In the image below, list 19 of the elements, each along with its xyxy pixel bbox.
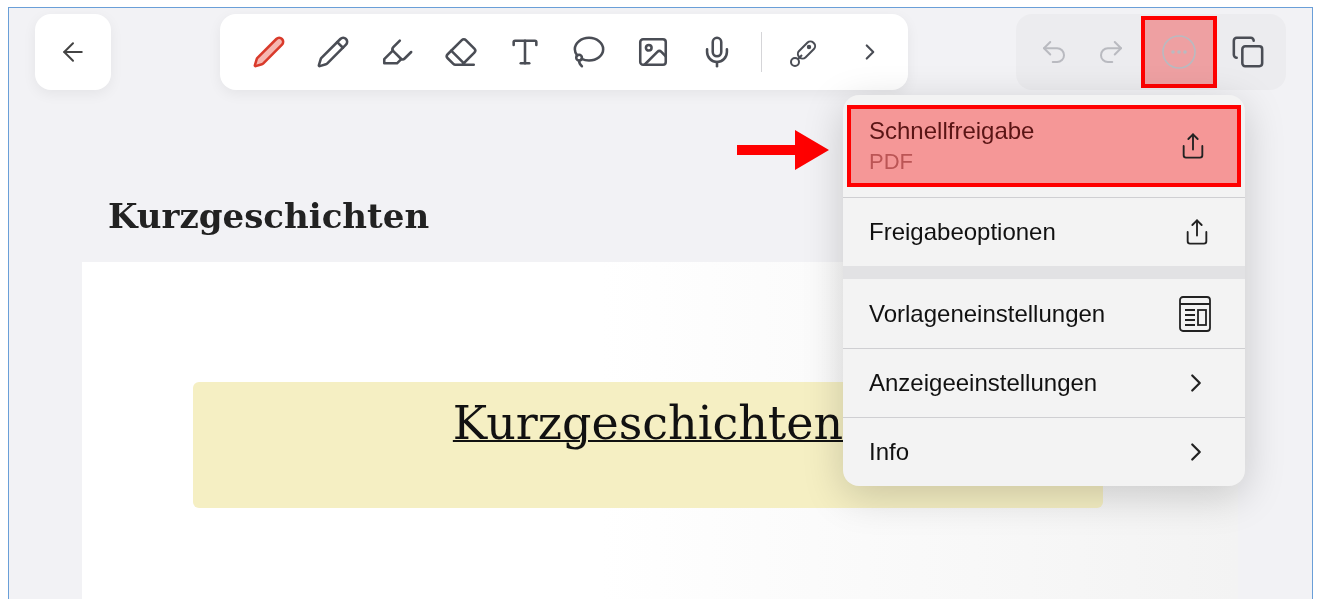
menu-item-label: Freigabeoptionen: [869, 218, 1056, 246]
menu-item-sublabel: PDF: [869, 149, 914, 175]
eraser-icon: [443, 35, 478, 69]
menu-item-label: Info: [869, 438, 910, 466]
template-icon: [1179, 295, 1211, 332]
menu-item[interactable]: Info: [843, 417, 1245, 486]
pages-icon: [1230, 35, 1265, 69]
menu-item-label: Vorlageneinstellungen: [869, 299, 1106, 328]
pencil-icon: [315, 35, 350, 69]
menu-item[interactable]: Vorlageneinstellungen: [843, 279, 1245, 348]
menu-item[interactable]: Anzeigeeinstellungen: [843, 348, 1245, 417]
notebook-title: Kurzgeschichten: [108, 196, 430, 236]
menu-item-label: Schnellfreigabe: [869, 117, 1035, 145]
menu-item-label: Anzeigeeinstellungen: [869, 369, 1098, 397]
page-heading: Kurzgeschichten: [452, 396, 844, 452]
menu-item[interactable]: Schnellfreigabe PDF: [847, 105, 1241, 187]
pen-icon: [251, 35, 286, 69]
lasso-icon: [572, 35, 607, 69]
more-icon: [1161, 34, 1198, 70]
